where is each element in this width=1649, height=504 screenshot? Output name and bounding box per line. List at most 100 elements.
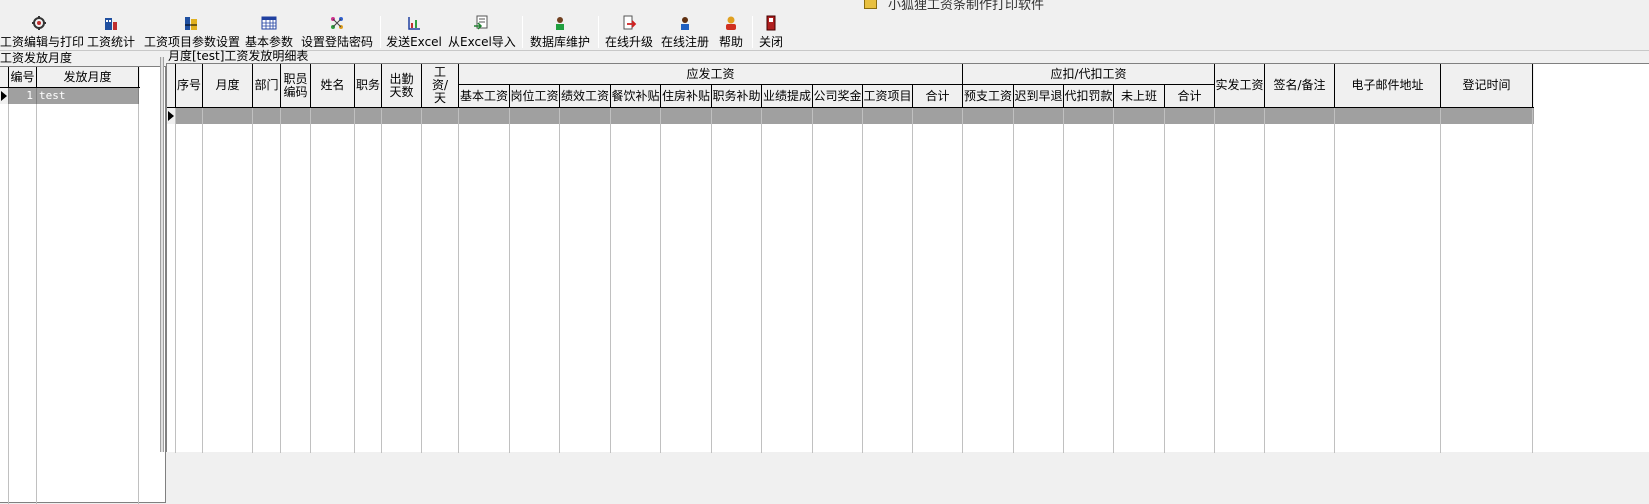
grid-line xyxy=(354,108,355,453)
grid-line xyxy=(1214,108,1215,453)
grid-line xyxy=(8,104,9,504)
column-header-position[interactable]: 职务 xyxy=(355,64,382,107)
column-header-performance-salary[interactable]: 绩效工资 xyxy=(560,85,611,107)
toolbar-separator xyxy=(380,16,381,48)
import-icon xyxy=(474,15,488,30)
close-button[interactable]: 关闭 xyxy=(756,10,786,51)
salary-item-settings-button[interactable]: 工资项目参数设置 xyxy=(144,10,240,51)
upgrade-arrow-icon xyxy=(623,15,637,30)
grid-line xyxy=(280,108,281,453)
column-group-deductions: 应扣/代扣工资 xyxy=(963,64,1215,85)
grid-line xyxy=(559,108,560,453)
close-label: 关闭 xyxy=(758,35,783,49)
db-maintenance-label: 数据库维护 xyxy=(529,35,590,49)
column-header-seq[interactable]: 序号 xyxy=(176,64,203,107)
current-row-arrow-icon xyxy=(168,111,174,121)
column-header-salary-item[interactable]: 工资项目 xyxy=(863,85,913,107)
column-header-dept[interactable]: 部门 xyxy=(253,64,281,107)
online-upgrade-button[interactable]: 在线升级 xyxy=(604,10,654,51)
column-header-signature-note[interactable]: 签名/备注 xyxy=(1265,64,1335,107)
column-header-no[interactable]: 编号 xyxy=(9,67,37,87)
column-header-absence[interactable]: 未上班 xyxy=(1114,85,1165,107)
row-indicator xyxy=(0,88,9,104)
column-header-month[interactable]: 发放月度 xyxy=(37,67,139,87)
window-title: 小狐狸工资条制作打印软件 xyxy=(888,0,1045,10)
grid-line xyxy=(138,104,139,504)
column-header-fine[interactable]: 代扣罚款 xyxy=(1064,85,1114,107)
grid-line xyxy=(610,108,611,453)
grid-line xyxy=(36,104,37,504)
grid-line xyxy=(509,108,510,453)
grid-line xyxy=(458,108,459,453)
column-header-register-time[interactable]: 登记时间 xyxy=(1441,64,1533,107)
help-button[interactable]: 帮助 xyxy=(716,10,746,51)
grid-line xyxy=(421,108,422,453)
months-grid[interactable]: 编号 发放月度 1 test xyxy=(0,66,166,504)
salary-detail-grid[interactable]: 序号 月度 部门 职员编码 姓名 职务 出勤天数 工资/天 应发工资 基本工资 … xyxy=(166,63,1649,453)
chart-send-icon xyxy=(408,17,420,30)
basic-params-button[interactable]: 基本参数 xyxy=(244,10,294,51)
calendar-grid-icon xyxy=(261,16,277,30)
column-header-emp-code[interactable]: 职员编码 xyxy=(281,64,311,107)
column-header-basic-salary[interactable]: 基本工资 xyxy=(459,85,510,107)
grid-line xyxy=(962,108,963,453)
user-register-icon xyxy=(681,17,689,30)
column-header-duty-allowance[interactable]: 职务补助 xyxy=(712,85,762,107)
column-header-month[interactable]: 月度 xyxy=(203,64,253,107)
grid-line xyxy=(660,108,661,453)
column-header-deduct-total[interactable]: 合计 xyxy=(1165,85,1215,107)
send-excel-button[interactable]: 发送Excel xyxy=(386,10,442,51)
db-maintenance-button[interactable]: 数据库维护 xyxy=(528,10,592,51)
column-header-payable-total[interactable]: 合计 xyxy=(913,85,963,107)
user-db-icon xyxy=(556,17,564,30)
column-header-wage-per-day[interactable]: 工资/天 xyxy=(422,64,459,107)
months-grid-header: 编号 发放月度 xyxy=(0,67,140,88)
column-header-post-salary[interactable]: 岗位工资 xyxy=(510,85,560,107)
grid-line xyxy=(381,108,382,453)
grid-line xyxy=(1013,108,1014,453)
grid-line xyxy=(1334,108,1335,453)
login-password-button[interactable]: 设置登陆密码 xyxy=(300,10,374,51)
main-toolbar: 工资编辑与打印 工资统计 工资项目参数设置 基本参数 设置登陆密码 发送Exce… xyxy=(0,10,1649,51)
building-chart-icon xyxy=(105,18,117,30)
grid-line xyxy=(862,108,863,453)
detail-panel-caption: 月度[test]工资发放明细表 xyxy=(168,49,309,63)
column-header-company-bonus[interactable]: 公司奖金 xyxy=(813,85,863,107)
table-row[interactable]: 1 test xyxy=(0,88,140,104)
salary-stats-button[interactable]: 工资统计 xyxy=(86,10,136,51)
column-header-attendance-days[interactable]: 出勤天数 xyxy=(382,64,422,107)
online-upgrade-label: 在线升级 xyxy=(604,35,653,49)
grid-line xyxy=(812,108,813,453)
online-register-button[interactable]: 在线注册 xyxy=(660,10,710,51)
column-header-late-early[interactable]: 迟到早退 xyxy=(1014,85,1064,107)
column-header-sales-commission[interactable]: 业绩提成 xyxy=(762,85,813,107)
cell-no[interactable]: 1 xyxy=(9,88,37,104)
grid-line xyxy=(761,108,762,453)
column-header-advance-salary[interactable]: 预支工资 xyxy=(963,85,1014,107)
months-panel: 工资发放月度 编号 发放月度 1 test xyxy=(0,51,166,504)
row-indicator-header xyxy=(167,64,176,107)
grid-line xyxy=(1532,108,1533,453)
salary-stats-label: 工资统计 xyxy=(86,35,135,49)
current-row-arrow-icon xyxy=(1,91,7,101)
cell-month[interactable]: test xyxy=(37,88,139,104)
panel-splitter[interactable] xyxy=(160,57,164,452)
help-label: 帮助 xyxy=(718,35,743,49)
column-header-meal-allowance[interactable]: 餐饮补贴 xyxy=(611,85,661,107)
grid-line xyxy=(1164,108,1165,453)
column-header-email[interactable]: 电子邮件地址 xyxy=(1335,64,1441,107)
import-excel-button[interactable]: 从Excel导入 xyxy=(448,10,516,51)
months-panel-caption: 工资发放月度 xyxy=(0,51,73,65)
column-header-housing-allowance[interactable]: 住房补贴 xyxy=(661,85,712,107)
online-register-label: 在线注册 xyxy=(660,35,709,49)
toolbar-separator xyxy=(598,16,599,48)
gear-icon xyxy=(32,16,46,30)
send-excel-label: 发送Excel xyxy=(386,35,442,49)
login-password-label: 设置登陆密码 xyxy=(300,35,373,49)
column-header-name[interactable]: 姓名 xyxy=(311,64,355,107)
table-row[interactable] xyxy=(167,108,1534,124)
grid-line xyxy=(202,108,203,453)
salary-edit-print-button[interactable]: 工资编辑与打印 xyxy=(0,10,84,51)
password-dots-icon xyxy=(331,17,343,29)
column-header-net-pay[interactable]: 实发工资 xyxy=(1215,64,1265,107)
